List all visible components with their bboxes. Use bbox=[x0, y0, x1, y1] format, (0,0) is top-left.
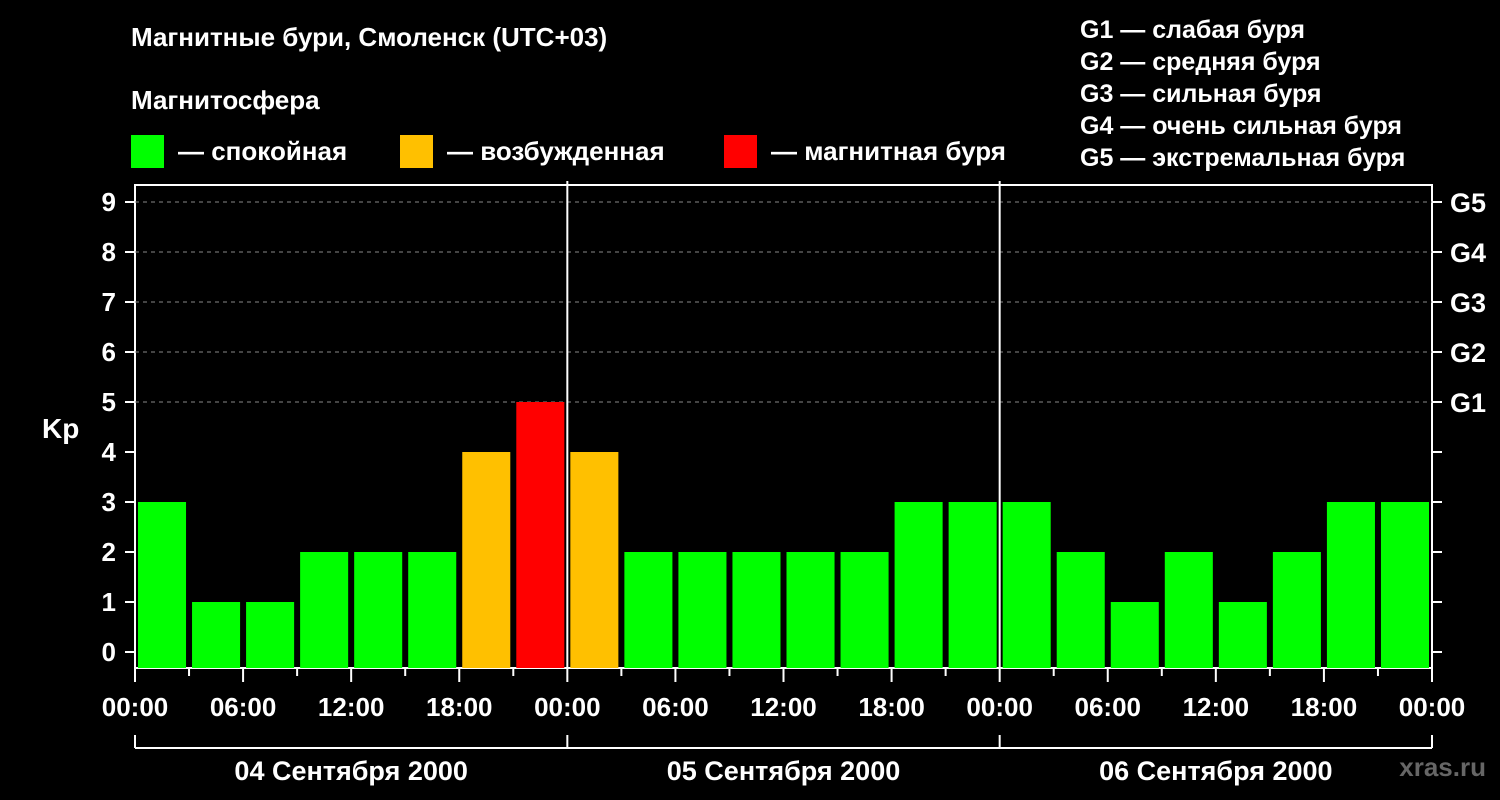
kp-bar-14 bbox=[894, 502, 943, 668]
x-tick-label-0: 00:00 bbox=[102, 692, 169, 722]
kp-bar-22 bbox=[1326, 502, 1375, 668]
kp-bar-8 bbox=[570, 452, 619, 668]
right-axis-label-g2: G2 bbox=[1450, 338, 1486, 368]
kp-bar-0 bbox=[138, 502, 187, 668]
kp-bar-19 bbox=[1164, 552, 1213, 668]
kp-bar-2 bbox=[246, 602, 295, 668]
x-tick-label-11: 18:00 bbox=[1291, 692, 1358, 722]
day-label-2: 06 Сентября 2000 bbox=[1099, 756, 1332, 786]
kp-bar-4 bbox=[354, 552, 403, 668]
kp-bar-11 bbox=[732, 552, 781, 668]
x-tick-label-9: 06:00 bbox=[1075, 692, 1142, 722]
x-tick-label-1: 06:00 bbox=[210, 692, 277, 722]
y-tick-label-6: 6 bbox=[102, 337, 116, 367]
y-tick-label-9: 9 bbox=[102, 187, 116, 217]
kp-bar-5 bbox=[408, 552, 457, 668]
y-tick-label-4: 4 bbox=[102, 437, 117, 467]
right-axis-label-g5: G5 bbox=[1450, 188, 1486, 218]
kp-bar-13 bbox=[840, 552, 889, 668]
right-axis-label-g1: G1 bbox=[1450, 388, 1486, 418]
kp-bar-7 bbox=[516, 402, 565, 668]
x-tick-label-5: 06:00 bbox=[642, 692, 709, 722]
watermark: xras.ru bbox=[1399, 752, 1486, 782]
x-tick-label-3: 18:00 bbox=[426, 692, 493, 722]
x-tick-label-2: 12:00 bbox=[318, 692, 385, 722]
y-tick-label-1: 1 bbox=[102, 587, 116, 617]
kp-bar-12 bbox=[786, 552, 835, 668]
kp-bar-6 bbox=[462, 452, 511, 668]
x-tick-label-10: 12:00 bbox=[1183, 692, 1250, 722]
kp-bar-17 bbox=[1056, 552, 1105, 668]
right-axis-label-g3: G3 bbox=[1450, 288, 1486, 318]
y-tick-label-0: 0 bbox=[102, 637, 116, 667]
y-axis-label: Kp bbox=[42, 413, 79, 444]
x-tick-label-7: 18:00 bbox=[858, 692, 925, 722]
kp-bar-10 bbox=[678, 552, 727, 668]
x-tick-label-4: 00:00 bbox=[534, 692, 601, 722]
day-label-1: 05 Сентября 2000 bbox=[667, 756, 900, 786]
y-tick-label-8: 8 bbox=[102, 237, 116, 267]
right-axis-label-g4: G4 bbox=[1450, 238, 1486, 268]
x-tick-label-12: 00:00 bbox=[1399, 692, 1466, 722]
kp-bar-23 bbox=[1380, 502, 1429, 668]
y-tick-label-7: 7 bbox=[102, 287, 116, 317]
kp-bar-3 bbox=[300, 552, 349, 668]
kp-bar-15 bbox=[948, 502, 997, 668]
kp-bar-20 bbox=[1218, 602, 1267, 668]
y-tick-label-2: 2 bbox=[102, 537, 116, 567]
kp-bar-1 bbox=[192, 602, 241, 668]
day-label-0: 04 Сентября 2000 bbox=[234, 756, 467, 786]
kp-bar-21 bbox=[1272, 552, 1321, 668]
kp-bar-chart: 0 1 2 3 4 5 6 7 8 9 G1 G2 G3 G4 G5 Kp 00:00 06:00 12:00 18:… bbox=[42, 181, 1486, 786]
x-tick-label-6: 12:00 bbox=[750, 692, 817, 722]
kp-bar-16 bbox=[1002, 502, 1051, 668]
y-tick-label-3: 3 bbox=[102, 487, 116, 517]
kp-bar-18 bbox=[1110, 602, 1159, 668]
y-tick-label-5: 5 bbox=[102, 387, 116, 417]
kp-bar-9 bbox=[624, 552, 673, 668]
x-tick-label-8: 00:00 bbox=[966, 692, 1033, 722]
